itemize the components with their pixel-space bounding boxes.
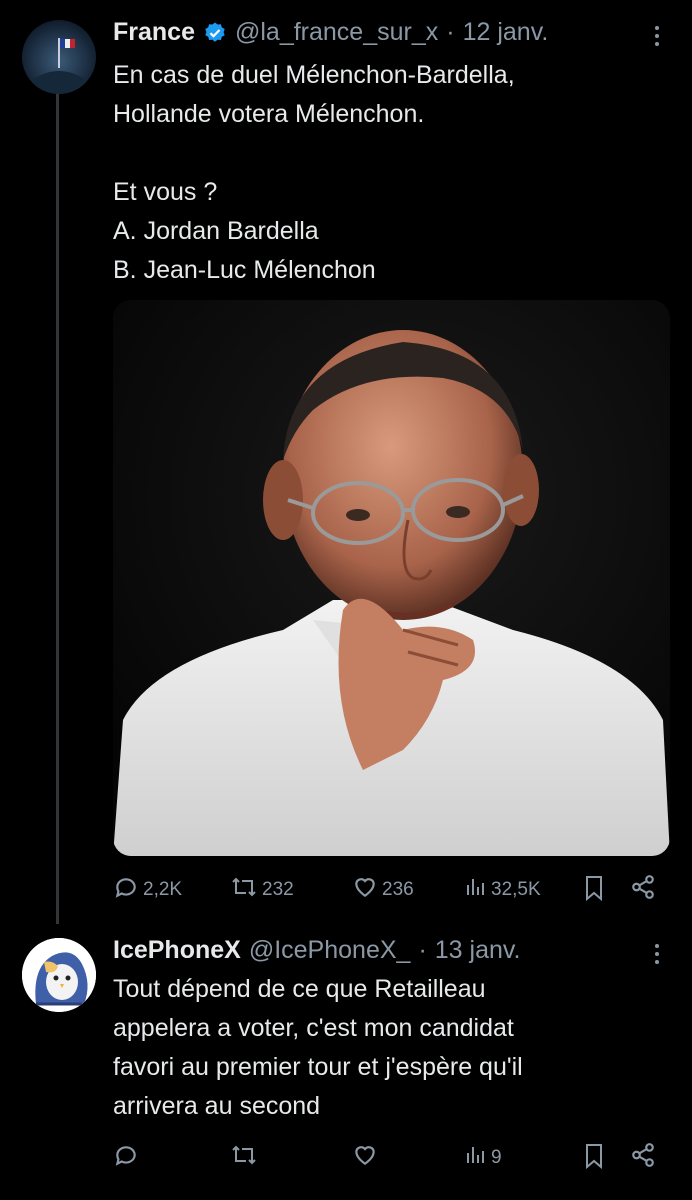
avatar[interactable]: [22, 938, 96, 1012]
share-button[interactable]: [630, 874, 656, 906]
verified-badge-icon: [203, 21, 227, 45]
thread-connector-line: [56, 94, 59, 924]
date-separator: ·: [446, 18, 455, 46]
tweet-date[interactable]: 12 janv.: [463, 18, 549, 47]
bookmark-icon: [582, 1142, 606, 1176]
reply-button[interactable]: [113, 1142, 139, 1174]
tweet-date[interactable]: 13 janv.: [435, 936, 521, 965]
tweet-photo[interactable]: [113, 300, 670, 856]
like-button[interactable]: [352, 1142, 378, 1174]
reply-count: 2,2K: [143, 879, 183, 900]
views-icon: [465, 874, 487, 906]
author-handle[interactable]: @la_france_sur_x: [235, 18, 438, 47]
heart-icon: [352, 1142, 378, 1174]
avatar[interactable]: [22, 20, 96, 94]
tweet-text: Tout dépend de ce que Retailleau appeler…: [113, 975, 523, 1120]
retweet-icon: [230, 874, 258, 906]
retweet-button[interactable]: 232: [230, 874, 294, 906]
reply-icon: [113, 1142, 139, 1174]
bookmark-button[interactable]: [582, 874, 606, 908]
like-count: 236: [382, 879, 414, 900]
more-options-icon[interactable]: [645, 940, 669, 973]
author-handle[interactable]: @IcePhoneX_: [249, 936, 411, 965]
retweet-button[interactable]: [230, 1142, 258, 1174]
retweet-icon: [230, 1142, 258, 1174]
heart-icon: [352, 874, 378, 906]
reply-button[interactable]: 2,2K: [113, 874, 182, 906]
bookmark-button[interactable]: [582, 1142, 606, 1176]
share-icon: [630, 1142, 656, 1174]
tweet-text: En cas de duel Mélenchon-Bardella, Holla…: [113, 61, 515, 284]
like-button[interactable]: 236: [352, 874, 414, 906]
views-icon: [465, 1142, 487, 1174]
bookmark-icon: [582, 874, 606, 908]
author-name[interactable]: IcePhoneX: [113, 936, 241, 965]
views-button[interactable]: 32,5K: [465, 874, 541, 906]
tweet-header: IcePhoneX @IcePhoneX_ · 13 janv.: [113, 936, 520, 965]
share-button[interactable]: [630, 1142, 656, 1174]
author-name[interactable]: France: [113, 18, 195, 47]
views-count: 9: [491, 1147, 502, 1168]
reply-icon: [113, 874, 139, 906]
retweet-count: 232: [262, 879, 294, 900]
views-count: 32,5K: [491, 879, 541, 900]
views-button[interactable]: 9: [465, 1142, 502, 1174]
tweet-header: France @la_france_sur_x · 12 janv.: [113, 18, 548, 47]
share-icon: [630, 874, 656, 906]
date-separator: ·: [418, 936, 427, 964]
more-options-icon[interactable]: [645, 22, 669, 55]
